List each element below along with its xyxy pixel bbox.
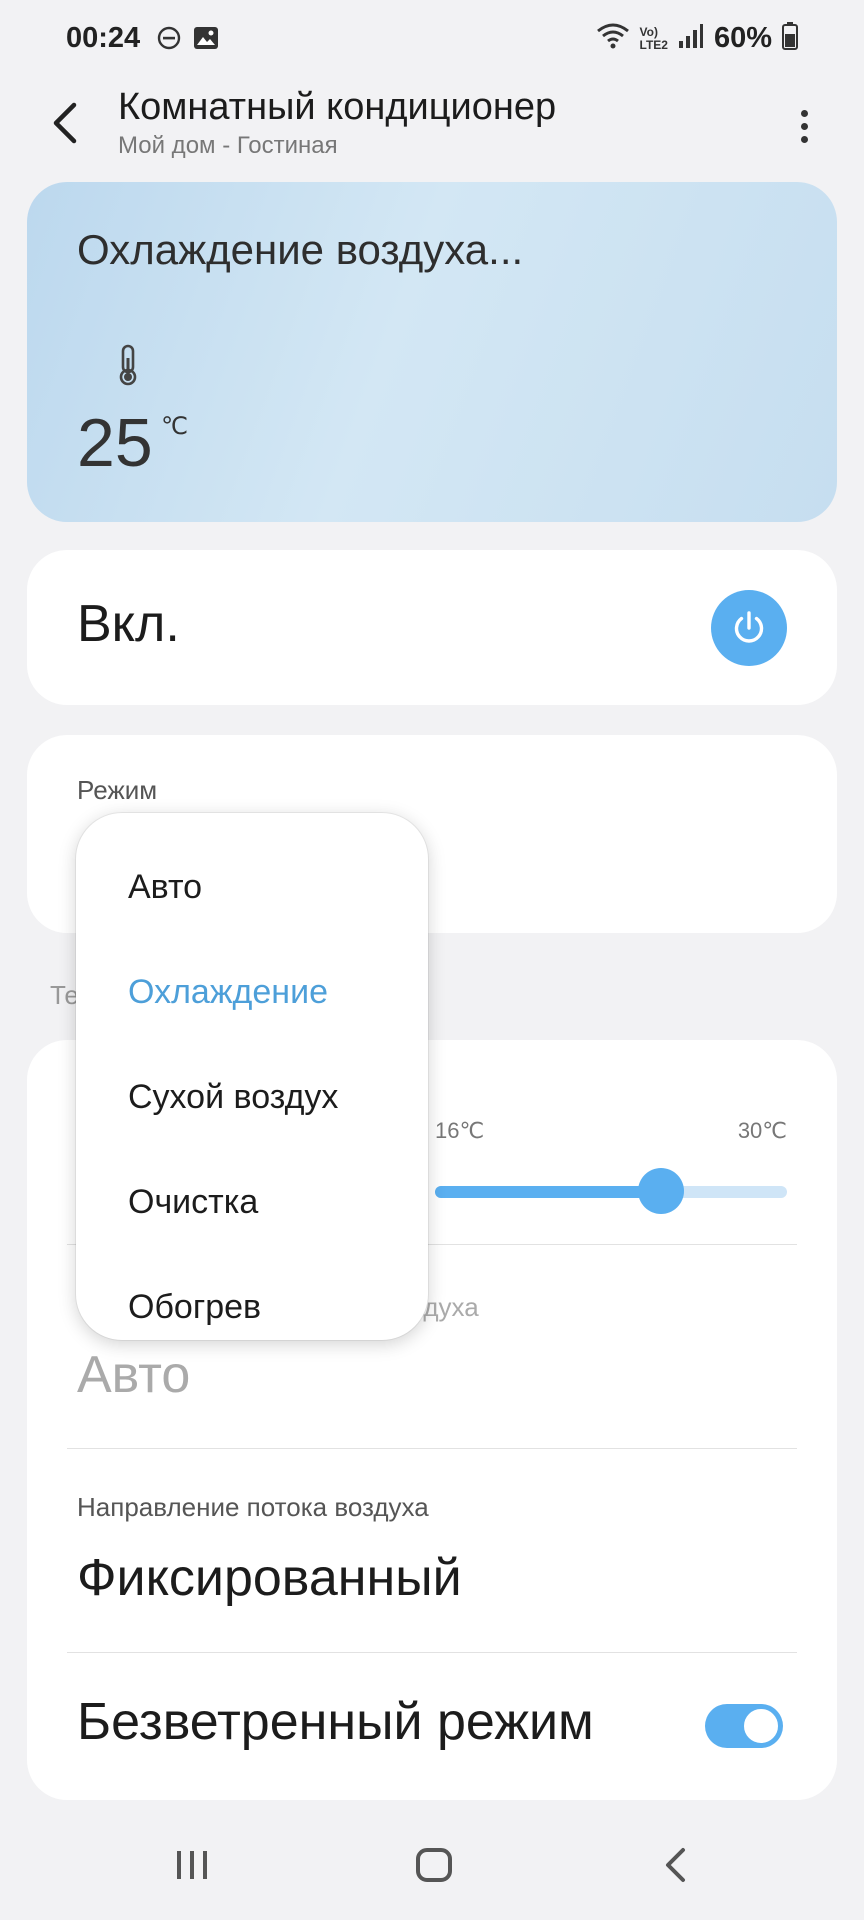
status-right-group: Vo) LTE2 60% [596,22,798,55]
current-temperature: 25 [77,405,153,481]
more-dot-icon [800,135,808,143]
windfree-toggle[interactable] [705,1704,783,1748]
device-status-card: Охлаждение воздуха... 25 ℃ [27,182,837,522]
power-card: Вкл. [27,550,837,705]
more-dot-icon [800,109,808,117]
nav-back-icon [666,1848,685,1882]
signal-icon [678,23,704,54]
status-bar: 00:24 Vo) LTE2 60% [0,0,864,80]
temperature-slider[interactable] [435,1168,787,1214]
mode-option-purify[interactable]: Очистка [76,1150,428,1255]
status-time: 00:24 [66,22,141,54]
slider-fill [435,1186,662,1198]
page-subtitle: Мой дом - Гостиная [118,132,338,159]
mode-option-auto[interactable]: Авто [76,835,428,940]
chevron-left-icon [53,102,77,144]
mode-option-dry[interactable]: Сухой воздух [76,1045,428,1150]
air-direction-value[interactable]: Фиксированный [77,1548,462,1608]
slider-thumb[interactable] [638,1168,685,1214]
volte-icon: Vo) LTE2 [639,24,668,52]
app-bar: Комнатный кондиционер Мой дом - Гостиная [0,80,864,170]
mode-option-heat[interactable]: Обогрев [76,1255,428,1360]
wifi-icon [596,22,630,55]
divider [67,1652,797,1653]
mode-option-cool[interactable]: Охлаждение [76,940,428,1045]
recent-apps-button[interactable] [162,1840,222,1890]
nav-back-button[interactable] [646,1840,706,1890]
battery-percent: 60% [713,22,772,54]
more-options-button[interactable] [784,98,824,154]
network-label: LTE2 [639,37,668,52]
more-dot-icon [800,122,808,130]
navigation-bar [0,1810,864,1920]
divider [67,1448,797,1449]
power-state-label: Вкл. [77,595,180,653]
back-button[interactable] [40,98,90,148]
battery-icon [782,22,798,55]
mode-dropdown-menu: Авто Охлаждение Сухой воздух Очистка Обо… [76,813,428,1340]
mode-label: Режим [77,775,158,805]
thermometer-icon [115,344,141,391]
windfree-label: Безветренный режим [77,1693,594,1751]
home-icon [416,1848,452,1882]
air-direction-label: Направление потока воздуха [77,1492,429,1522]
power-icon [734,611,764,643]
section-label: Те [50,980,79,1010]
slider-min-label: 16℃ [435,1118,485,1143]
toggle-knob [742,1707,780,1745]
page-title: Комнатный кондиционер [118,86,557,128]
gallery-icon [193,26,219,50]
power-button[interactable] [711,590,787,666]
recent-apps-icon [177,1851,207,1879]
home-button[interactable] [404,1840,464,1890]
do-not-disturb-icon [157,26,181,50]
device-status-text: Охлаждение воздуха... [77,226,524,273]
slider-max-label: 30℃ [737,1118,787,1143]
temperature-unit: ℃ [161,413,188,440]
